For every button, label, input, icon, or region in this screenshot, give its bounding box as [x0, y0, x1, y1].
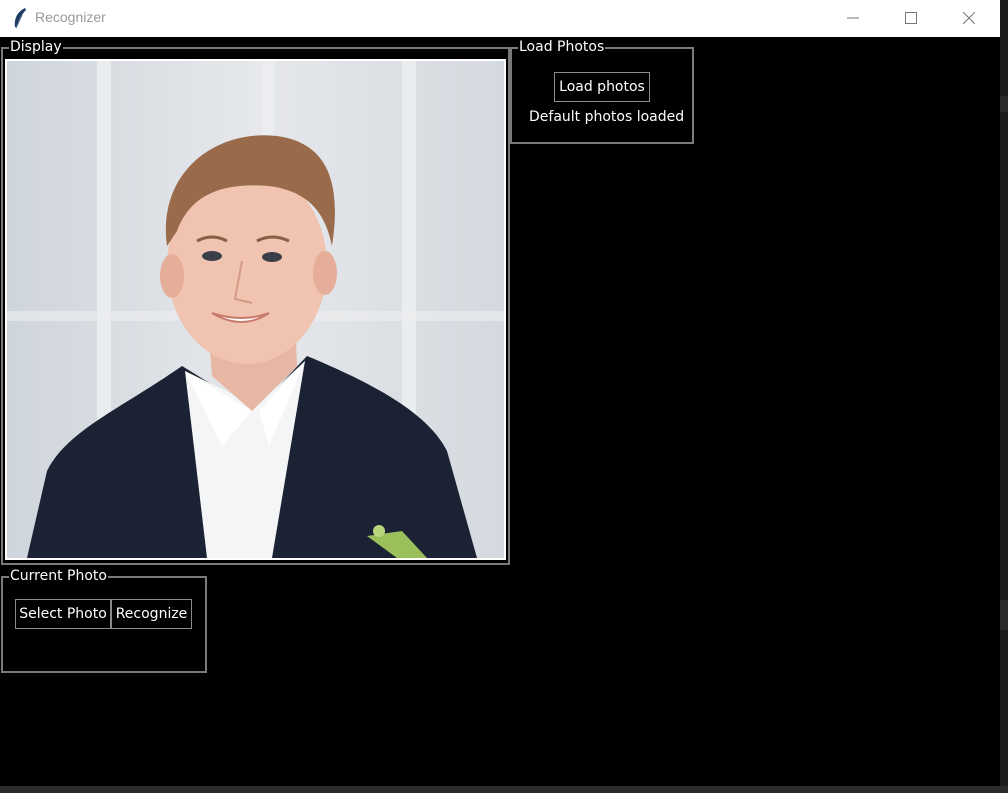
- window-edge: [1000, 0, 1008, 793]
- load-status-label: Default photos loaded: [529, 109, 685, 125]
- close-button[interactable]: [940, 0, 998, 37]
- feather-icon: [11, 7, 29, 29]
- title-bar: Recognizer: [0, 0, 1000, 37]
- window-title: Recognizer: [35, 9, 106, 25]
- close-icon: [963, 12, 975, 24]
- window-bottom-edge: [0, 786, 1008, 793]
- current-photo-frame: Current Photo Select Photo Recognize: [1, 568, 207, 673]
- maximize-button[interactable]: [882, 0, 940, 37]
- photo-display: [5, 59, 506, 560]
- portrait-photo: [7, 61, 504, 558]
- minimize-icon: [847, 17, 859, 19]
- display-frame-label: Display: [9, 39, 63, 55]
- load-photos-frame: Load Photos Load photos Default photos l…: [510, 39, 694, 144]
- display-frame: Display: [1, 39, 510, 565]
- minimize-button[interactable]: [824, 0, 882, 37]
- recognize-button[interactable]: Recognize: [111, 599, 192, 629]
- load-photos-button[interactable]: Load photos: [554, 72, 650, 102]
- current-photo-frame-label: Current Photo: [9, 568, 108, 584]
- select-photo-button[interactable]: Select Photo: [15, 599, 111, 629]
- maximize-icon: [905, 12, 917, 24]
- load-photos-frame-label: Load Photos: [518, 39, 606, 55]
